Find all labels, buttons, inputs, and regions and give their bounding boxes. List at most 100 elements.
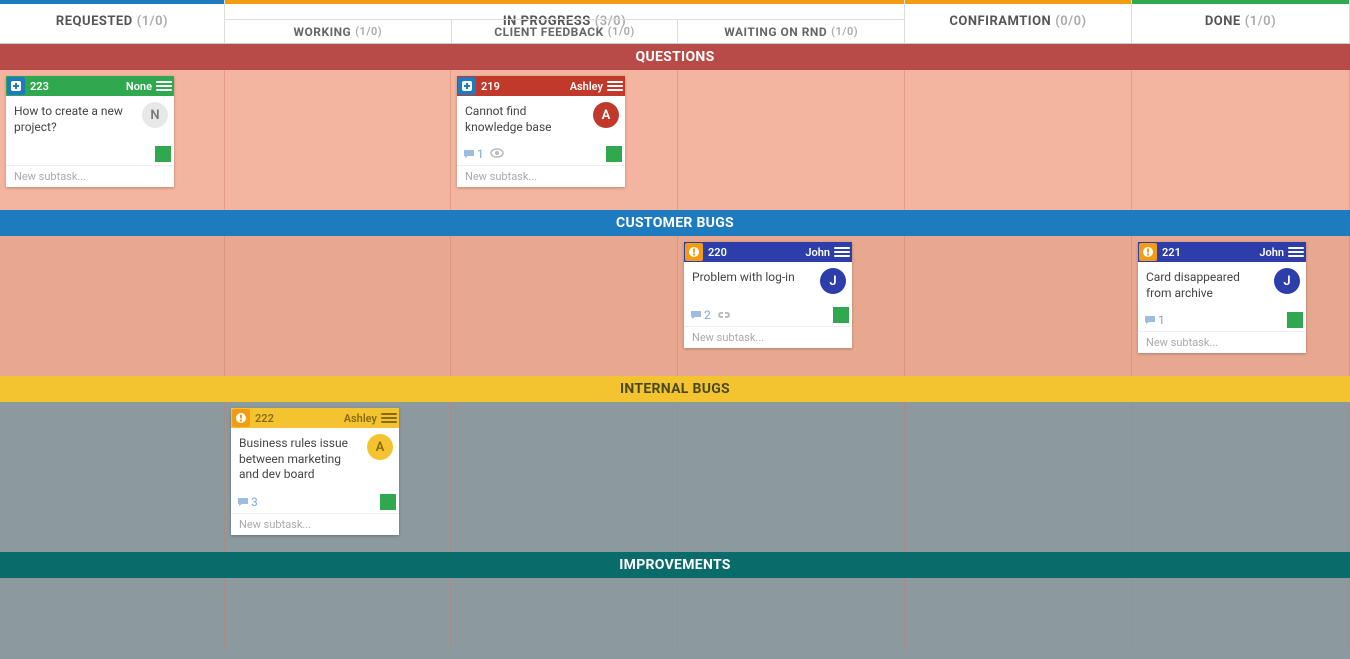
card-header: 223 None <box>6 76 174 96</box>
column-label: REQUESTED <box>56 14 133 29</box>
card-tag <box>380 494 396 510</box>
cell-done-customer[interactable]: 221 John Card disappeared from archive J… <box>1132 236 1350 376</box>
cell-working-customer[interactable] <box>225 236 451 376</box>
cell-waiting-rnd-customer[interactable]: 220 John Problem with log-in J 2 <box>678 236 905 376</box>
comment-icon[interactable]: 1 <box>1144 313 1165 327</box>
swimlane-internal-bugs[interactable]: INTERNAL BUGS <box>0 376 1350 402</box>
card-menu-icon[interactable] <box>156 78 172 94</box>
column-accent <box>0 0 224 4</box>
card-221[interactable]: 221 John Card disappeared from archive J… <box>1138 242 1306 353</box>
avatar[interactable]: A <box>593 102 619 128</box>
cell-done-internal[interactable] <box>1132 402 1350 552</box>
card-223[interactable]: 223 None How to create a new project? N … <box>6 76 174 187</box>
column-count: (1/0) <box>137 14 168 29</box>
new-subtask-input[interactable]: New subtask... <box>231 513 399 535</box>
link-icon[interactable] <box>717 308 731 322</box>
card-header: 222 Ashley <box>231 408 399 428</box>
column-accent <box>905 0 1131 4</box>
swimlane-customer-bugs[interactable]: CUSTOMER BUGS <box>0 210 1350 236</box>
subcolumn-waiting-rnd[interactable]: WAITING ON RND (1/0) <box>678 20 904 43</box>
card-footer: 2 <box>684 304 852 326</box>
subcolumn-label: WORKING <box>293 25 351 39</box>
cell-done-questions[interactable] <box>1132 70 1350 210</box>
card-id: 220 <box>708 246 727 259</box>
cell-working-improve[interactable] <box>225 578 451 648</box>
swimlane-label: QUESTIONS <box>636 49 715 65</box>
cell-client-feedback-customer[interactable] <box>451 236 678 376</box>
cell-waiting-rnd-improve[interactable] <box>678 578 905 648</box>
cell-client-feedback-questions[interactable]: 219 Ashley Cannot find knowledge base A … <box>451 70 678 210</box>
avatar[interactable]: A <box>367 434 393 460</box>
cell-confirmation-internal[interactable] <box>905 402 1132 552</box>
card-tag <box>833 307 849 323</box>
card-header: 219 Ashley <box>457 76 625 96</box>
card-tag <box>1287 312 1303 328</box>
watch-icon[interactable] <box>490 147 504 161</box>
card-219[interactable]: 219 Ashley Cannot find knowledge base A … <box>457 76 625 187</box>
avatar[interactable]: J <box>1274 268 1300 294</box>
card-type-icon <box>232 409 250 427</box>
cell-requested-customer[interactable] <box>0 236 225 376</box>
comment-count: 2 <box>704 308 711 322</box>
column-count: (0/0) <box>1055 14 1086 29</box>
comment-icon[interactable]: 3 <box>237 495 258 509</box>
subcolumn-count: (1/0) <box>608 25 635 38</box>
cell-confirmation-improve[interactable] <box>905 578 1132 648</box>
swimlane-improvements[interactable]: IMPROVEMENTS <box>0 552 1350 578</box>
subcolumn-client-feedback[interactable]: CLIENT FEEDBACK (1/0) <box>452 20 679 43</box>
cell-client-feedback-internal[interactable] <box>451 402 678 552</box>
new-subtask-input[interactable]: New subtask... <box>457 165 625 187</box>
subcolumn-working[interactable]: WORKING (1/0) <box>225 20 452 43</box>
column-confirmation[interactable]: CONFIRAMTION (0/0) <box>905 0 1132 43</box>
card-assignee: John <box>805 246 830 259</box>
cell-waiting-rnd-internal[interactable] <box>678 402 905 552</box>
new-subtask-input[interactable]: New subtask... <box>6 165 174 187</box>
card-title: How to create a new project? <box>14 104 134 135</box>
avatar[interactable]: N <box>142 102 168 128</box>
card-tag <box>606 146 622 162</box>
swimlane-label: INTERNAL BUGS <box>620 381 730 397</box>
new-subtask-input[interactable]: New subtask... <box>1138 331 1306 353</box>
cell-requested-questions[interactable]: 223 None How to create a new project? N … <box>0 70 225 210</box>
swimlane-questions[interactable]: QUESTIONS <box>0 44 1350 70</box>
comment-icon[interactable]: 2 <box>690 308 711 322</box>
avatar[interactable]: J <box>820 268 846 294</box>
card-assignee: Ashley <box>570 80 603 93</box>
cell-confirmation-customer[interactable] <box>905 236 1132 376</box>
column-accent <box>1132 0 1349 4</box>
column-header-row: REQUESTED (1/0) IN PROGRESS (3/0) WORKIN… <box>0 0 1350 44</box>
cell-confirmation-questions[interactable] <box>905 70 1132 210</box>
card-menu-icon[interactable] <box>381 410 397 426</box>
column-in-progress[interactable]: IN PROGRESS (3/0) WORKING (1/0) CLIENT F… <box>225 0 905 43</box>
comment-icon[interactable]: 1 <box>463 147 484 161</box>
card-222[interactable]: 222 Ashley Business rules issue between … <box>231 408 399 535</box>
card-menu-icon[interactable] <box>1288 244 1304 260</box>
card-type-icon <box>685 243 703 261</box>
card-220[interactable]: 220 John Problem with log-in J 2 <box>684 242 852 348</box>
column-done[interactable]: DONE (1/0) <box>1132 0 1350 43</box>
card-title: Problem with log-in <box>692 270 812 286</box>
cell-requested-internal[interactable] <box>0 402 225 552</box>
cell-working-questions[interactable] <box>225 70 451 210</box>
cell-requested-improve[interactable] <box>0 578 225 648</box>
column-label: DONE <box>1205 14 1241 29</box>
card-footer <box>6 143 174 165</box>
new-subtask-input[interactable]: New subtask... <box>684 326 852 348</box>
column-requested[interactable]: REQUESTED (1/0) <box>0 0 225 43</box>
card-type-icon <box>458 77 476 95</box>
card-body: Cannot find knowledge base A <box>457 96 625 143</box>
card-menu-icon[interactable] <box>834 244 850 260</box>
card-assignee: John <box>1259 246 1284 259</box>
column-label: CONFIRAMTION <box>949 14 1051 29</box>
card-footer: 1 <box>457 143 625 165</box>
card-id: 223 <box>30 80 49 93</box>
card-type-icon <box>1139 243 1157 261</box>
cell-working-internal[interactable]: 222 Ashley Business rules issue between … <box>225 402 451 552</box>
subcolumn-count: (1/0) <box>831 25 858 38</box>
cell-client-feedback-improve[interactable] <box>451 578 678 648</box>
cell-waiting-rnd-questions[interactable] <box>678 70 905 210</box>
card-header: 220 John <box>684 242 852 262</box>
card-menu-icon[interactable] <box>607 78 623 94</box>
card-id: 222 <box>255 412 274 425</box>
cell-done-improve[interactable] <box>1132 578 1350 648</box>
